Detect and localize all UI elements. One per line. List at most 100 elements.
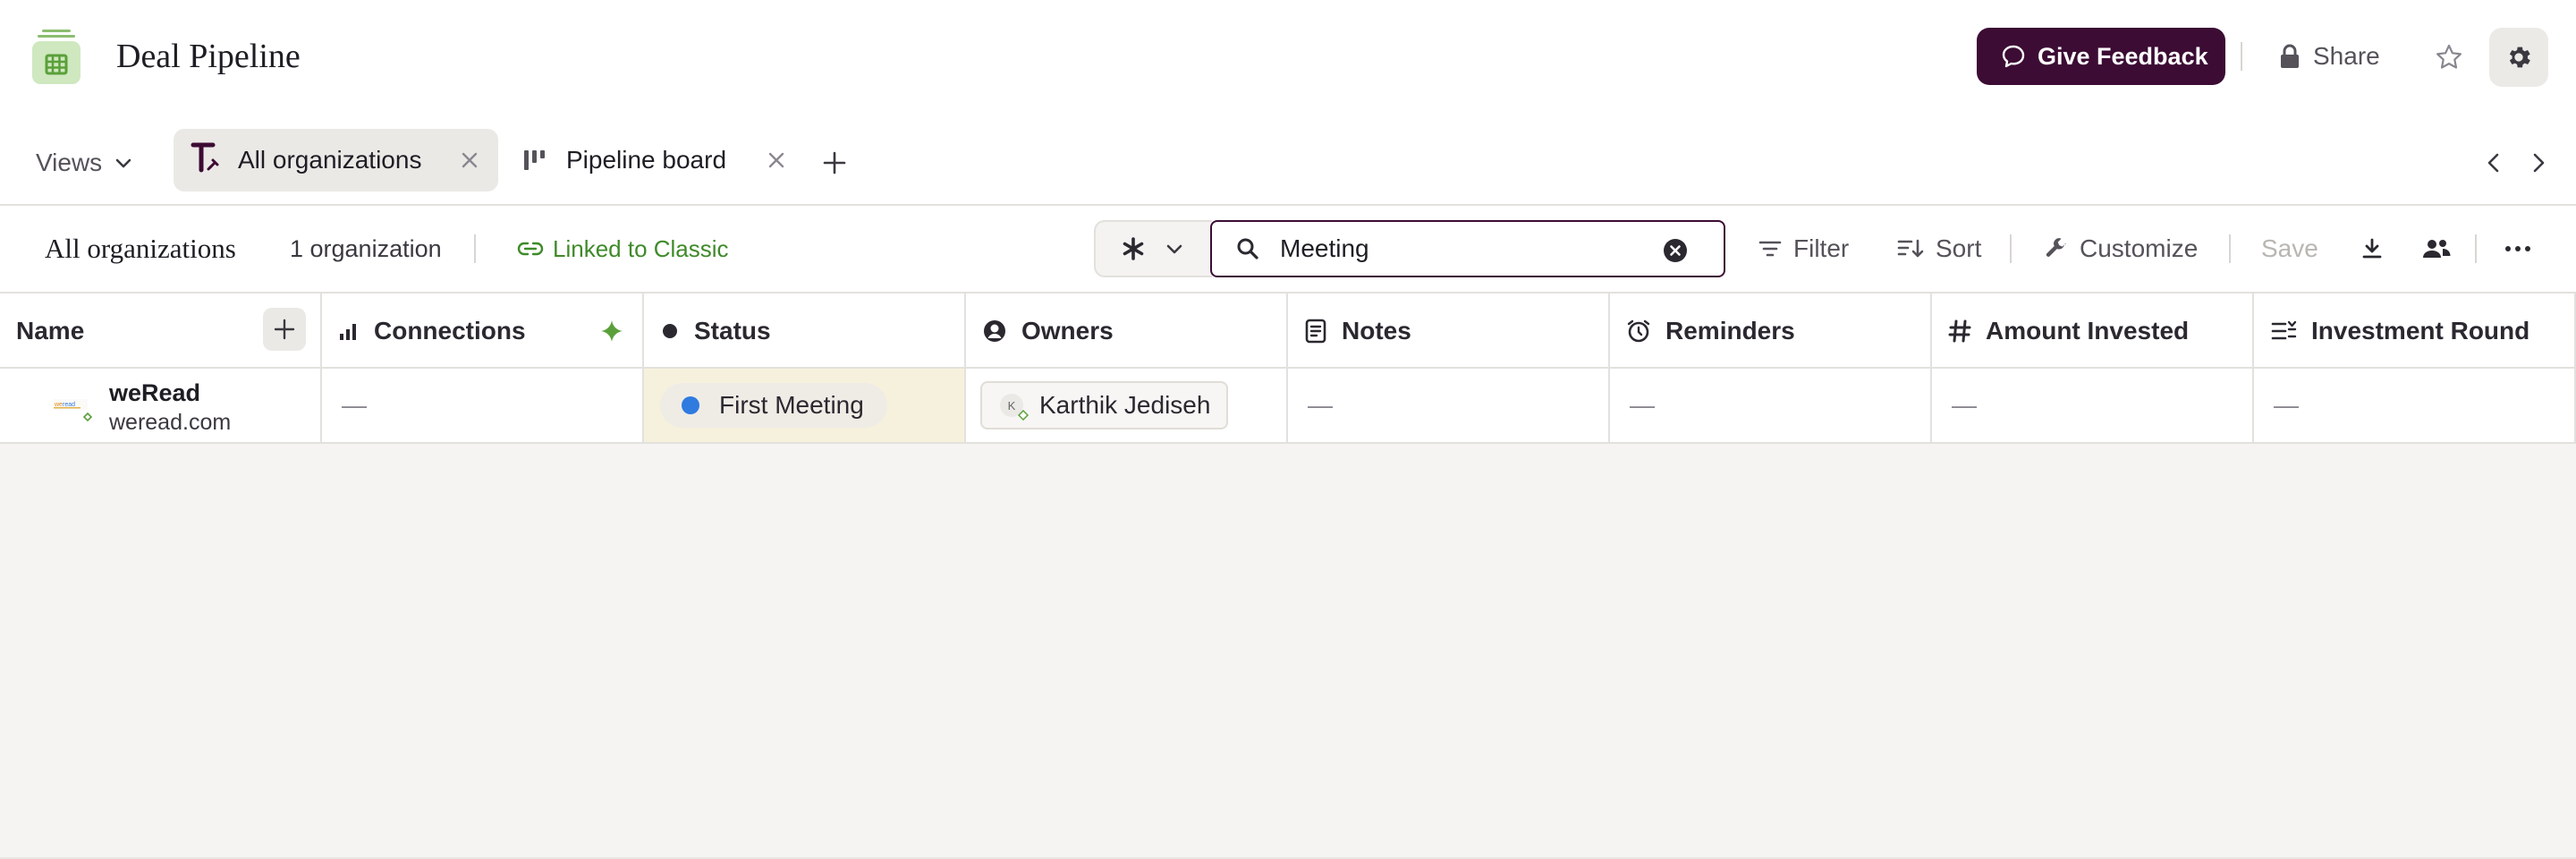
column-label: Status (694, 317, 771, 344)
wrench-icon (2046, 238, 2066, 257)
lock-icon (2281, 44, 2299, 68)
tab-pipeline-board[interactable]: Pipeline board (519, 129, 805, 191)
header: Deal Pipeline Give Feedback Share (0, 0, 2576, 116)
chevron-left-icon (2487, 153, 2499, 173)
search-value: Meeting (1280, 234, 1369, 262)
svg-text:read: read (63, 402, 75, 408)
gear-icon (2509, 47, 2530, 68)
chevron-right-icon (2533, 153, 2545, 173)
alarm-clock-icon (1626, 319, 1651, 344)
column-header-name[interactable]: Name (0, 293, 322, 369)
cell-owners[interactable]: K Karthik Jediseh (966, 369, 1288, 442)
plus-icon (274, 319, 295, 340)
filter-button[interactable]: Filter (1758, 233, 1849, 265)
add-column-button[interactable] (263, 308, 306, 351)
avatar-initials: K (1007, 398, 1016, 412)
people-icon (2423, 240, 2451, 258)
sort-button[interactable]: Sort (1896, 233, 1981, 265)
linked-to-classic-link[interactable]: Linked to Classic (517, 233, 729, 265)
favorite-star-button[interactable] (2429, 38, 2469, 77)
owner-name: Karthik Jediseh (1039, 391, 1211, 419)
column-header-status[interactable]: Status (644, 293, 966, 369)
divider (474, 234, 476, 263)
more-options-button[interactable] (2498, 229, 2538, 268)
sparkle-icon (599, 319, 624, 350)
views-tab-bar: Views All organizations Pipeline board (0, 125, 2576, 204)
filter-label: Filter (1793, 234, 1850, 262)
page-title: Deal Pipeline (116, 38, 301, 75)
cell-name[interactable]: we read weRead weread.com (0, 369, 322, 442)
document-icon (1304, 319, 1327, 344)
hash-icon (1948, 319, 1971, 344)
filter-icon (1758, 241, 1782, 257)
cell-investment-round[interactable]: — (2254, 369, 2576, 442)
cell-notes[interactable]: — (1288, 369, 1610, 442)
divider (2475, 234, 2477, 263)
add-view-button[interactable] (817, 145, 852, 181)
collaborators-button[interactable] (2417, 229, 2456, 268)
linked-label: Linked to Classic (553, 235, 729, 262)
tab-all-organizations[interactable]: All organizations (174, 129, 498, 191)
close-tab-icon[interactable] (763, 147, 790, 174)
asterisk-icon (1123, 237, 1144, 260)
chevron-down-icon (1166, 244, 1182, 254)
status-badge[interactable]: First Meeting (660, 383, 887, 428)
tab-scroll-controls (2479, 145, 2553, 181)
owner-chip[interactable]: K Karthik Jediseh (980, 381, 1229, 430)
empty-value: — (1630, 391, 1655, 419)
save-button[interactable]: Save (2261, 233, 2318, 265)
column-header-owners[interactable]: Owners (966, 293, 1288, 369)
views-dropdown[interactable]: Views (36, 143, 132, 183)
empty-value: — (342, 391, 367, 419)
table-header: Name Connections Status Owners Notes Rem… (0, 292, 2576, 369)
organization-name[interactable]: weRead (109, 378, 200, 408)
scroll-left-button[interactable] (2479, 145, 2508, 181)
clear-search-icon[interactable] (1663, 238, 1688, 268)
column-label: Reminders (1665, 317, 1795, 344)
divider (2229, 234, 2231, 263)
cell-amount-invested[interactable]: — (1932, 369, 2254, 442)
download-icon (2362, 238, 2382, 259)
give-feedback-button[interactable]: Give Feedback (1977, 28, 2225, 85)
list-title: All organizations (45, 233, 236, 264)
search-input[interactable]: Meeting (1210, 220, 1725, 277)
close-tab-icon[interactable] (456, 147, 483, 174)
kanban-icon (521, 147, 548, 174)
organization-logo: we read (52, 394, 95, 422)
share-button[interactable]: Share (2279, 34, 2380, 79)
column-header-amount-invested[interactable]: Amount Invested (1932, 293, 2254, 369)
column-header-connections[interactable]: Connections (322, 293, 644, 369)
status-label: First Meeting (719, 391, 864, 419)
sort-label: Sort (1936, 234, 1982, 262)
column-label: Connections (374, 317, 526, 344)
column-header-notes[interactable]: Notes (1288, 293, 1610, 369)
scroll-right-button[interactable] (2524, 145, 2553, 181)
column-header-investment-round[interactable]: Investment Round (2254, 293, 2576, 369)
chat-bubble-icon (2002, 45, 2025, 68)
customize-button[interactable]: Customize (2044, 233, 2198, 265)
save-label: Save (2261, 234, 2318, 262)
more-horizontal-icon (2505, 246, 2530, 251)
settings-button[interactable] (2489, 28, 2548, 87)
avatar: K (1000, 394, 1029, 421)
search-scope-dropdown[interactable] (1094, 220, 1212, 277)
cell-connections[interactable]: — (322, 369, 644, 442)
column-label: Name (16, 317, 85, 344)
spreadsheet-app-icon[interactable] (30, 27, 83, 86)
link-icon (517, 242, 544, 256)
divider (2010, 234, 2012, 263)
search-icon (1237, 238, 1258, 259)
cell-status[interactable]: First Meeting (644, 369, 966, 442)
cell-reminders[interactable]: — (1610, 369, 1932, 442)
organization-domain[interactable]: weread.com (109, 408, 231, 437)
top-bar: Deal Pipeline Give Feedback Share Views (0, 0, 2576, 205)
column-header-reminders[interactable]: Reminders (1610, 293, 1932, 369)
sort-icon (1897, 239, 1924, 258)
empty-value: — (2274, 391, 2299, 419)
share-label: Share (2313, 42, 2380, 70)
download-button[interactable] (2352, 229, 2392, 268)
table-row[interactable]: we read weRead weread.com — First Meeting… (0, 369, 2576, 444)
record-count: 1 organization (290, 235, 442, 262)
column-label: Notes (1342, 317, 1411, 344)
user-circle-icon (982, 319, 1007, 344)
